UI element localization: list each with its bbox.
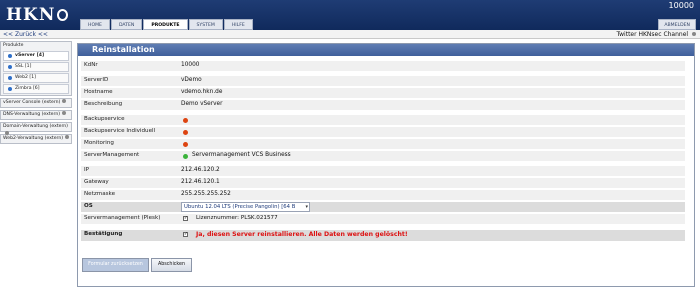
panel-title: Reinstallation	[78, 44, 694, 56]
sidebar-item-vserver[interactable]: vServer [4]	[3, 51, 69, 61]
submit-button[interactable]: Abschicken	[151, 258, 192, 272]
row-beschreibung: Beschreibung Demo vServer	[81, 100, 685, 110]
netzmaske-label: Netzmaske	[84, 191, 116, 197]
row-backupservice-individuell: Backupservice Individuell	[81, 127, 685, 137]
row-serverid: ServerID vDemo	[81, 76, 685, 86]
sidebar: Produkte vServer [4] SSL [1] Web2 [1] Zi…	[0, 41, 72, 146]
back-link[interactable]: << Zurück <<	[3, 31, 48, 38]
servermanagement-label: ServerManagement	[84, 152, 140, 158]
bullet-icon	[8, 87, 12, 91]
sub-bar: << Zurück << Twitter HKNsec Channel	[0, 30, 700, 39]
bestaetigung-label: Bestätigung	[84, 231, 123, 237]
backupservice-label: Backupservice	[84, 116, 125, 122]
gateway-label: Gateway	[84, 179, 109, 185]
gateway-value: 212.46.120.1	[181, 179, 220, 185]
plesk-checkbox[interactable]: ✓	[183, 216, 188, 221]
sidebar-item-label: Web2 [1]	[15, 75, 36, 80]
form-buttons: Formular zurücksetzen Abschicken	[82, 258, 194, 272]
row-monitoring: Monitoring	[81, 139, 685, 149]
sidebar-item-zimbra[interactable]: Zimbra [6]	[3, 84, 69, 94]
sidebar-link-label: Domain-Verwaltung (extern)	[3, 124, 68, 129]
sidebar-item-label: Zimbra [6]	[15, 86, 40, 91]
sidebar-item-ssl[interactable]: SSL [1]	[3, 62, 69, 72]
external-link-icon	[62, 111, 67, 115]
account-number: 10000	[668, 1, 694, 10]
kdnr-label: KdNr	[84, 62, 98, 68]
row-gateway: Gateway 212.46.120.1	[81, 178, 685, 188]
sidebar-item-label: SSL [1]	[15, 64, 32, 69]
chevron-down-icon: ▾	[305, 204, 308, 210]
serverid-value: vDemo	[181, 77, 202, 83]
row-hostname: Hostname vdemo.hkn.de	[81, 88, 685, 98]
sidebar-link-label: vServer Console (extern)	[3, 100, 61, 105]
products-box: Produkte vServer [4] SSL [1] Web2 [1] Zi…	[0, 41, 72, 96]
external-link-icon	[65, 135, 70, 139]
row-os: OS Ubuntu 12.04 LTS (Precise Pangolin) […	[81, 202, 685, 212]
row-plesk: Servermanagement (Plesk) ✓ Lizenznummer:…	[81, 214, 685, 224]
ip-value: 212.46.120.2	[181, 167, 220, 173]
servermanagement-value: Servermanagement VCS Business	[192, 152, 291, 158]
bullet-icon	[8, 65, 12, 69]
plesk-label: Servermanagement (Plesk)	[84, 215, 161, 221]
sidebar-link-label: DNS-Verwaltung (extern)	[3, 112, 61, 117]
status-active-icon	[183, 154, 188, 159]
os-select[interactable]: Ubuntu 12.04 LTS (Precise Pangolin) [64 …	[181, 202, 310, 212]
nav-home[interactable]: HOME	[80, 19, 110, 30]
form-rows: KdNr 10000 ServerID vDemo Hostname vdemo…	[81, 61, 685, 243]
os-selected-value: Ubuntu 12.04 LTS (Precise Pangolin) [64 …	[184, 204, 296, 210]
products-title: Produkte	[3, 43, 24, 48]
os-label: OS	[84, 203, 93, 209]
nav-system[interactable]: SYSTEM	[188, 19, 223, 30]
status-inactive-icon	[183, 142, 188, 147]
top-header: HKN 10000 HOME DATEN PRODUKTE SYSTEM HIL…	[0, 0, 700, 30]
row-ip: IP 212.46.120.2	[81, 166, 685, 176]
ip-label: IP	[84, 167, 90, 173]
row-netzmaske: Netzmaske 255.255.255.252	[81, 190, 685, 200]
row-servermanagement: ServerManagement Servermanagement VCS Bu…	[81, 151, 685, 161]
nav-hilfe[interactable]: HILFE	[223, 19, 253, 30]
sidebar-link-vserver-console[interactable]: vServer Console (extern)	[0, 98, 72, 108]
bullet-icon	[8, 76, 12, 80]
external-link-icon	[692, 32, 696, 36]
sidebar-item-web2[interactable]: Web2 [1]	[3, 73, 69, 83]
external-link-icon	[62, 99, 67, 103]
hostname-label: Hostname	[84, 89, 113, 95]
logo-text: HKN	[6, 5, 56, 25]
confirm-warning: Ja, diesen Server reinstallieren. Alle D…	[196, 231, 408, 238]
row-bestaetigung: Bestätigung ✓ Ja, diesen Server reinstal…	[81, 230, 685, 241]
logo-mark-icon	[57, 9, 69, 21]
sidebar-link-dns[interactable]: DNS-Verwaltung (extern)	[0, 110, 72, 120]
sidebar-link-domain[interactable]: Domain-Verwaltung (extern)	[0, 122, 72, 135]
kdnr-value: 10000	[181, 62, 200, 68]
netzmaske-value: 255.255.255.252	[181, 191, 231, 197]
row-backupservice: Backupservice	[81, 115, 685, 125]
status-inactive-icon	[183, 118, 188, 123]
nav-produkte[interactable]: PRODUKTE	[143, 19, 188, 30]
monitoring-label: Monitoring	[84, 140, 114, 146]
row-kdnr: KdNr 10000	[81, 61, 685, 71]
serverid-label: ServerID	[84, 77, 109, 83]
hostname-value: vdemo.hkn.de	[181, 89, 223, 95]
reinstall-panel: Reinstallation KdNr 10000 ServerID vDemo…	[77, 43, 695, 287]
sidebar-link-web2[interactable]: Web2-Verwaltung (extern)	[0, 134, 72, 144]
bullet-icon	[8, 54, 12, 58]
backupservice-individuell-label: Backupservice Individuell	[84, 128, 156, 134]
sidebar-link-label: Web2-Verwaltung (extern)	[3, 136, 64, 141]
status-inactive-icon	[183, 130, 188, 135]
nav-daten[interactable]: DATEN	[110, 19, 143, 30]
beschreibung-value: Demo vServer	[181, 101, 223, 107]
reset-form-button[interactable]: Formular zurücksetzen	[82, 258, 149, 272]
twitter-label: Twitter HKNsec Channel	[616, 31, 689, 38]
plesk-license: Lizenznummer: PLSK.021577	[196, 215, 278, 221]
sidebar-item-label: vServer [4]	[15, 53, 45, 58]
logout-button[interactable]: ABMELDEN	[658, 19, 696, 30]
hkn-logo[interactable]: HKN	[6, 5, 69, 25]
main-nav: HOME DATEN PRODUKTE SYSTEM HILFE	[80, 19, 254, 30]
beschreibung-label: Beschreibung	[84, 101, 123, 107]
confirm-checkbox[interactable]: ✓	[183, 232, 188, 237]
twitter-link[interactable]: Twitter HKNsec Channel	[616, 31, 696, 38]
